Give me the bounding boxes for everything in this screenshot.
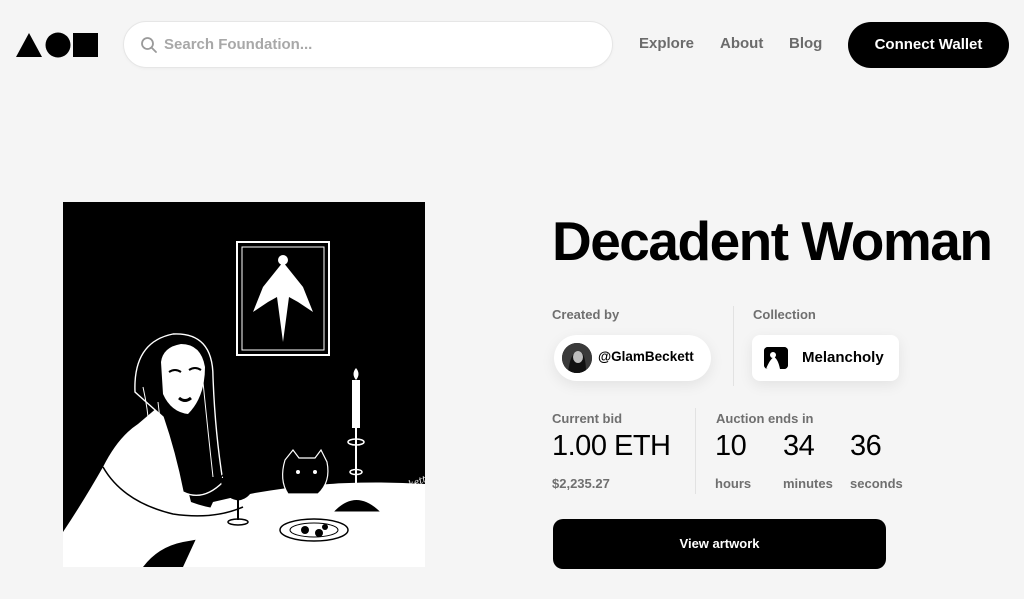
- creator-username: @GlamBeckett: [598, 349, 694, 364]
- countdown-seconds-label: seconds: [850, 476, 903, 491]
- top-navigation: Explore About Blog Connect Wallet: [0, 0, 1024, 90]
- nav-blog-link[interactable]: Blog: [789, 35, 822, 52]
- collection-name: Melancholy: [802, 349, 884, 366]
- collection-label: Collection: [753, 307, 816, 322]
- current-bid-label: Current bid: [552, 411, 623, 426]
- nav-about-link[interactable]: About: [720, 35, 763, 52]
- creator-profile-link[interactable]: @GlamBeckett: [554, 335, 711, 381]
- countdown-hours-label: hours: [715, 476, 752, 491]
- artwork-title: Decadent Woman: [552, 210, 993, 272]
- divider: [695, 408, 696, 494]
- view-artwork-button[interactable]: View artwork: [553, 519, 886, 569]
- nav-explore-link[interactable]: Explore: [639, 35, 694, 52]
- search-input[interactable]: [164, 22, 604, 67]
- search-icon: [140, 36, 158, 54]
- collection-link[interactable]: Melancholy: [752, 335, 899, 381]
- current-bid-usd: $2,235.27: [552, 476, 610, 491]
- countdown-minutes: 34: [783, 430, 815, 462]
- divider: [733, 306, 734, 386]
- countdown-hours: 10: [715, 430, 747, 462]
- artwork-image[interactable]: Glam Beckett: [63, 202, 425, 567]
- countdown-minutes-label: minutes: [783, 476, 833, 491]
- collection-thumbnail: [764, 347, 788, 369]
- auction-ends-label: Auction ends in: [716, 411, 814, 426]
- foundation-logo[interactable]: [16, 32, 98, 58]
- current-bid-value: 1.00 ETH: [552, 430, 671, 462]
- countdown-seconds: 36: [850, 430, 882, 462]
- connect-wallet-button[interactable]: Connect Wallet: [848, 22, 1009, 68]
- search-bar[interactable]: [123, 21, 613, 68]
- creator-avatar: [562, 343, 592, 373]
- created-by-label: Created by: [552, 307, 620, 322]
